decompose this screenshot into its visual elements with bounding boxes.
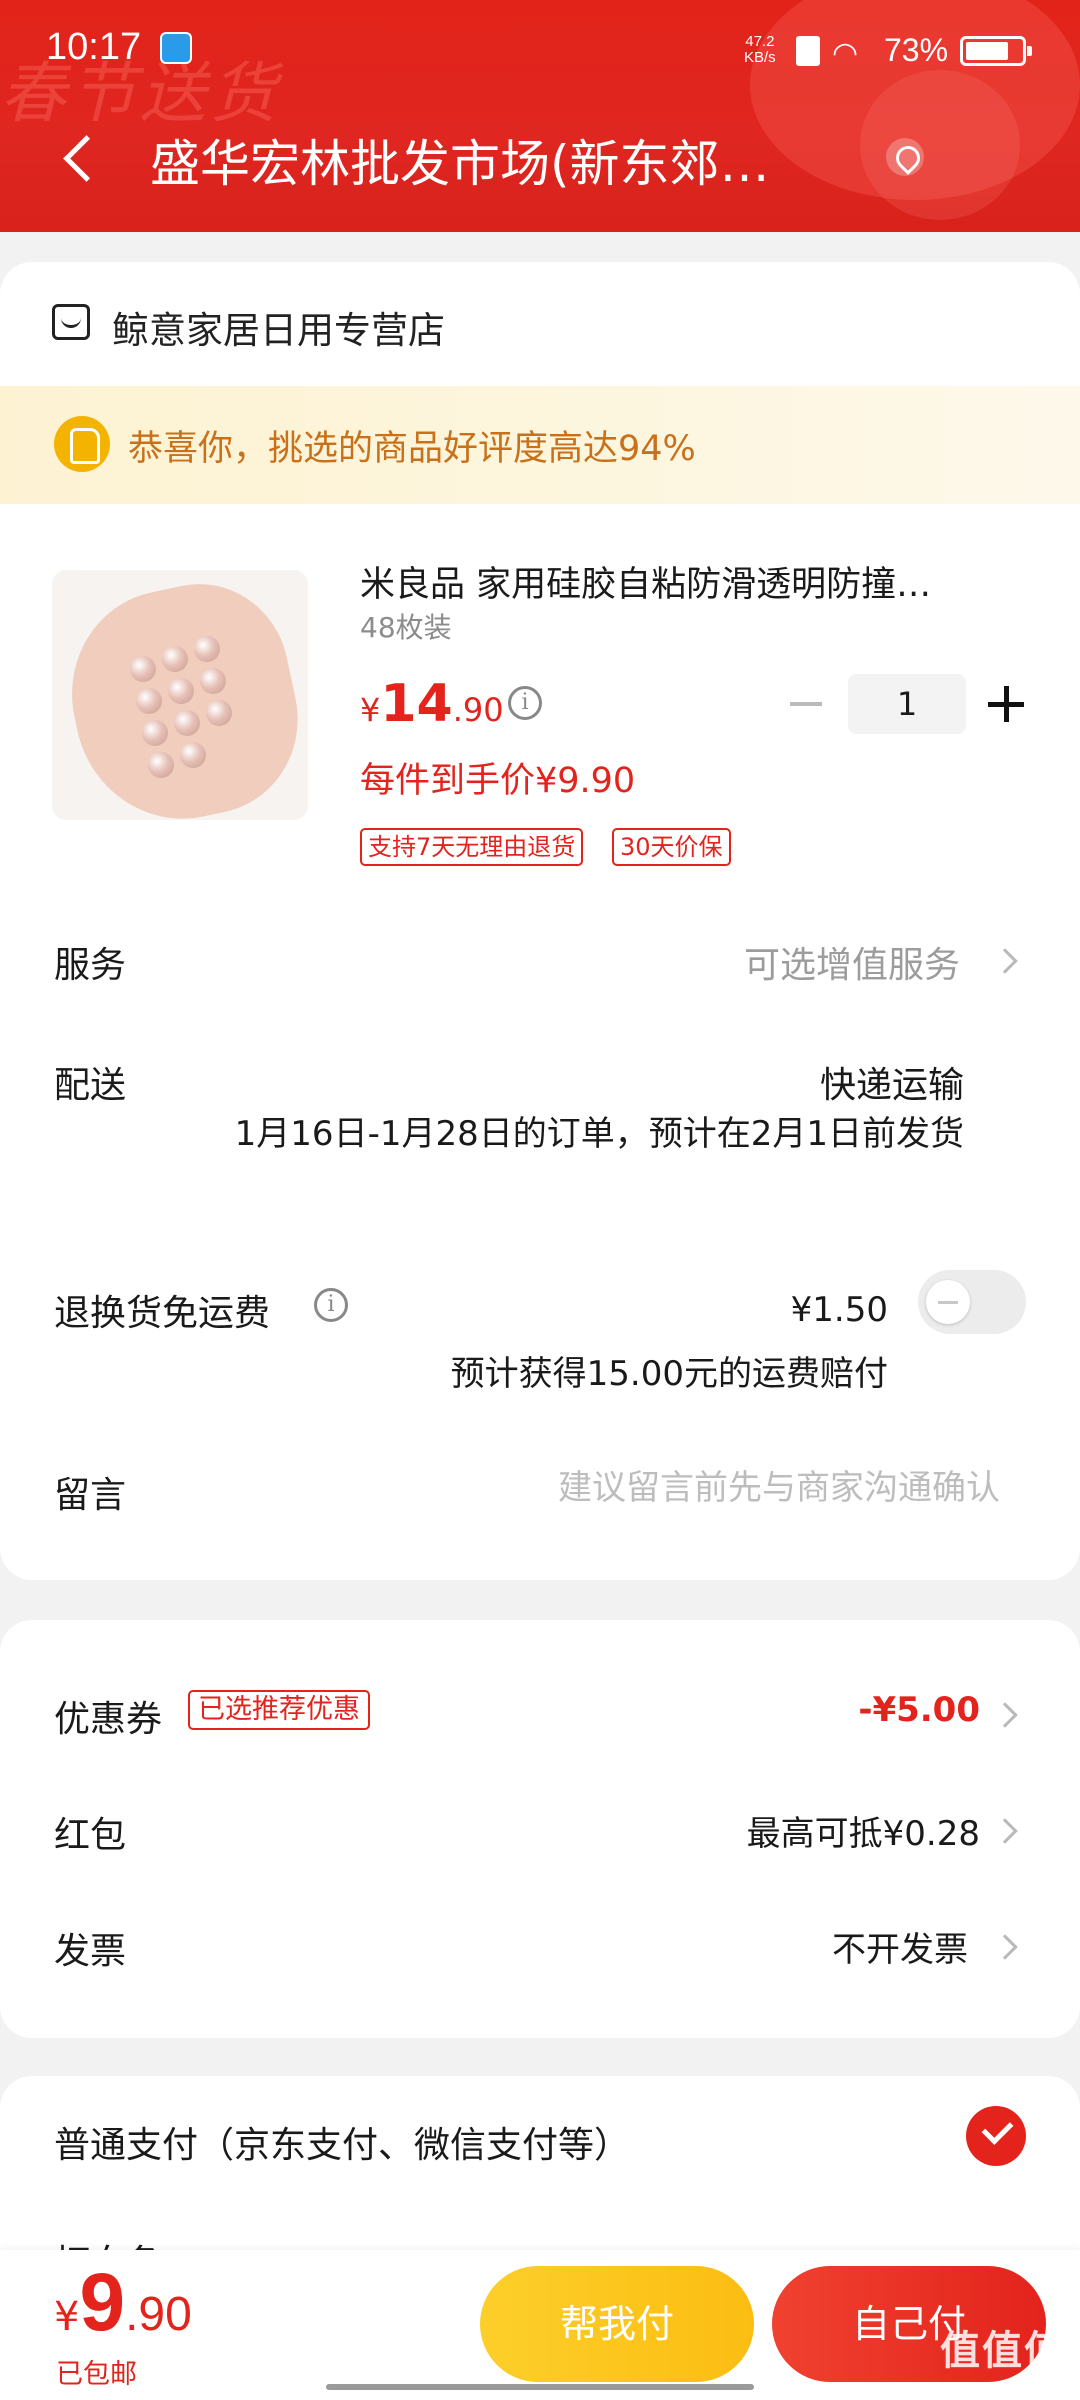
price-currency: ¥ [360,691,381,729]
network-speed-unit: KB/s [744,49,776,66]
price-integer: 14 [380,674,453,734]
friend-pay-button[interactable]: 帮我付 [480,2266,754,2382]
praise-text: 恭喜你，挑选的商品好评度高达94% [128,429,696,469]
total-decimal: .90 [125,2288,192,2341]
red-packet-label: 红包 [54,1815,127,1856]
price-protection-tag: 30天价保 [612,828,731,866]
product-photo-bead [180,742,206,768]
product-photo-bead [206,700,232,726]
home-indicator[interactable] [326,2384,754,2390]
note-input[interactable] [440,1460,1000,1516]
red-packet-value[interactable]: 最高可抵¥0.28 [747,1806,980,1855]
total-currency: ¥ [54,2294,80,2340]
location-icon[interactable] [886,138,924,176]
product-photo-bead [174,710,200,736]
free-shipping-label: 已包邮 [56,2359,137,2390]
invoice-label: 发票 [54,1931,127,1972]
check-icon[interactable] [966,2106,1026,2166]
product-spec: 48枚装 [360,611,452,644]
service-value[interactable]: 可选增值服务 [744,936,960,988]
product-photo-bead [142,720,168,746]
coupon-value[interactable]: -¥5.00 [858,1690,980,1730]
status-time: 10:17 [46,26,142,68]
product-photo-bead [148,752,174,778]
back-icon[interactable] [56,126,96,186]
product-photo-bead [130,656,156,682]
wifi-icon: ◠ [832,36,859,71]
delivery-method: 快递运输 [819,1065,964,1106]
note-label: 留言 [54,1475,127,1516]
product-photo-bead [136,688,162,714]
delivery-address-title[interactable]: 盛华宏林批发市场(新东郊… [150,124,830,196]
product-title[interactable]: 米良品 家用硅胶自粘防滑透明防撞… [360,556,1000,607]
price-decimal: .90 [452,691,504,729]
total-integer: 9 [79,2257,126,2348]
delivery-note: 1月16日-1月28日的订单，预计在2月1日前发货 [234,1114,964,1154]
network-speed: 47.2 KB/s [744,34,776,66]
return-policy-tag: 支持7天无理由退货 [360,828,584,866]
unit-price: 每件到手价¥9.90 [360,761,636,801]
store-name[interactable]: 鲸意家居日用专营店 [112,300,445,354]
return-shipping-label: 退换货免运费 [54,1293,271,1334]
watermark: 值值值 [940,2328,1066,2374]
praise-banner: 恭喜你，挑选的商品好评度高达94% [0,386,1080,504]
header: 春节送货 10:17 47.2 KB/s ◠ 73% 盛华宏林批发市场(新东郊… [0,0,1080,232]
store-icon [52,304,90,340]
battery-icon [960,36,1032,66]
total-price: ¥9.90 [54,2256,192,2350]
minus-icon[interactable] [790,702,822,706]
payment-method-label[interactable]: 普通支付（京东支付、微信支付等） [54,2116,630,2168]
delivery-label: 配送 [54,1065,127,1106]
info-icon[interactable]: i [314,1288,348,1322]
info-icon[interactable]: i [508,686,542,720]
product-price: ¥14.90 [360,674,504,734]
coupon-label: 优惠券 [54,1699,163,1740]
coupon-badge: 已选推荐优惠 [188,1690,370,1730]
product-photo-bead [200,668,226,694]
product-image[interactable] [52,570,308,820]
thumbs-up-icon [54,416,110,472]
service-label: 服务 [54,945,127,986]
product-photo-bead [168,678,194,704]
return-shipping-toggle[interactable] [918,1270,1026,1334]
return-shipping-compensation: 预计获得15.00元的运费赔付 [450,1354,888,1394]
sim-icon [796,36,820,66]
status-bar: 10:17 47.2 KB/s ◠ 73% [0,0,1080,100]
network-speed-value: 47.2 [745,33,775,50]
quantity-value[interactable]: 1 [848,674,966,734]
battery-percentage: 73% [884,32,949,68]
plus-icon[interactable] [988,686,1024,722]
app-notification-icon [160,32,192,64]
product-photo-bead [162,646,188,672]
invoice-value[interactable]: 不开发票 [832,1922,968,1971]
product-photo-bead [194,636,220,662]
return-shipping-price: ¥1.50 [790,1290,888,1330]
